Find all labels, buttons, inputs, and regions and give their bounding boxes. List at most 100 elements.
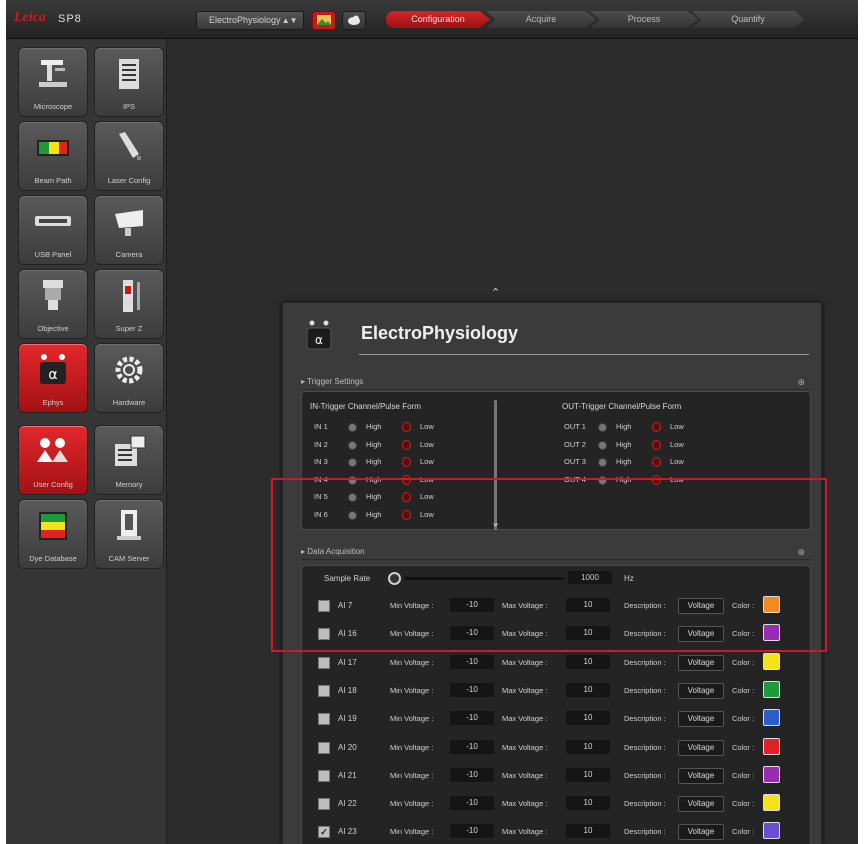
tile-beam-path[interactable]: Beam Path [18, 121, 88, 191]
analog-input-row: AI 18 Min Voltage : -10 Max Voltage : 10 Desc… [302, 680, 810, 701]
tile-ephys[interactable]: α Ephys [18, 343, 88, 413]
max-voltage-input[interactable]: 10 [566, 739, 610, 754]
high-label: High [366, 457, 382, 466]
high-label: High [616, 439, 632, 449]
max-voltage-input[interactable]: 10 [566, 682, 610, 697]
low-radio[interactable] [652, 422, 661, 432]
max-voltage-input[interactable]: 10 [566, 796, 610, 811]
updown-arrows-icon: ▲▼ [281, 16, 298, 25]
min-voltage-input[interactable]: -10 [450, 824, 494, 839]
description-input[interactable]: Voltage [678, 682, 724, 699]
tile-user-config[interactable]: User Config [18, 425, 88, 495]
tile-super-z[interactable]: Super Z [94, 269, 164, 339]
color-label: Color : [732, 742, 755, 752]
super-z-icon [123, 280, 140, 312]
color-swatch[interactable] [763, 680, 780, 698]
high-radio[interactable] [348, 440, 357, 450]
description-input[interactable]: Voltage [678, 824, 724, 841]
low-radio[interactable] [652, 457, 661, 467]
description-input[interactable]: Voltage [678, 796, 724, 813]
low-radio[interactable] [652, 439, 661, 450]
low-radio[interactable] [402, 457, 411, 467]
high-radio[interactable] [348, 423, 357, 432]
min-voltage-input[interactable]: -10 [450, 682, 494, 697]
description-label: Description : [624, 827, 666, 837]
min-voltage-input[interactable]: -10 [450, 767, 494, 782]
tile-label: Camera [115, 250, 143, 259]
high-radio[interactable] [348, 458, 357, 467]
tab-acquire[interactable]: Acquire [486, 11, 596, 28]
tile-hardware[interactable]: Hardware [94, 343, 164, 413]
out-trigger-title: OUT-Trigger Channel/Pulse Form [562, 402, 682, 411]
low-radio[interactable] [402, 422, 411, 432]
tile-memory[interactable]: Memory [94, 425, 164, 495]
tab-process[interactable]: Process [590, 11, 698, 28]
color-swatch[interactable] [763, 765, 780, 783]
min-voltage-label: Min Voltage : [390, 714, 434, 724]
min-voltage-label: Min Voltage : [390, 685, 434, 695]
pin-icon[interactable]: ⊕ [797, 375, 805, 389]
high-radio[interactable] [598, 458, 607, 467]
brand-logo: Leica SP8 [14, 10, 144, 28]
analog-input-row: ✓ AI 23 Min Voltage : -10 Max Voltage : 10 Des… [302, 822, 810, 842]
description-input[interactable]: Voltage [678, 654, 724, 671]
project-select[interactable]: ElectroPhysiology ▲▼ [196, 11, 304, 30]
max-voltage-input[interactable]: 10 [566, 824, 610, 839]
max-voltage-input[interactable]: 10 [566, 767, 610, 782]
color-label: Color : [732, 714, 755, 724]
min-voltage-input[interactable]: -10 [450, 796, 494, 811]
in-trigger-row: IN 1 High Low [314, 420, 454, 434]
enable-checkbox[interactable] [318, 741, 330, 754]
tab-configuration[interactable]: Configuration [386, 11, 490, 28]
max-voltage-input[interactable]: 10 [566, 711, 610, 726]
tile-cam-server[interactable]: CAM Server [94, 499, 164, 569]
enable-checkbox[interactable] [318, 798, 330, 811]
max-voltage-input[interactable]: 10 [566, 654, 610, 669]
low-label: Low [670, 439, 684, 449]
min-voltage-input[interactable]: -10 [450, 739, 494, 754]
high-radio[interactable] [598, 423, 607, 432]
ephys-icon: α [40, 354, 66, 384]
enable-checkbox[interactable] [318, 713, 330, 726]
tile-objective[interactable]: Objective [18, 269, 88, 339]
low-radio[interactable] [402, 439, 411, 450]
tile-usb-panel[interactable]: USB Panel [18, 195, 88, 265]
max-voltage-label: Max Voltage : [502, 657, 548, 667]
trigger-settings-header[interactable]: ▸ Trigger Settings ⊕ [301, 375, 811, 390]
description-input[interactable]: Voltage [678, 739, 724, 756]
tile-microscope[interactable]: Microscope [18, 47, 88, 117]
color-swatch[interactable] [763, 737, 780, 755]
enable-checkbox[interactable] [318, 769, 330, 782]
memory-icon [115, 435, 146, 466]
out-trigger-row: OUT 3 High Low [564, 455, 704, 469]
color-swatch[interactable] [763, 822, 780, 840]
enable-checkbox[interactable] [318, 656, 330, 669]
min-voltage-input[interactable]: -10 [450, 654, 494, 669]
photo-button[interactable] [312, 11, 336, 30]
enable-checkbox[interactable]: ✓ [318, 826, 330, 839]
color-label: Color : [732, 685, 755, 695]
tab-quantify[interactable]: Quantify [692, 11, 804, 28]
color-swatch[interactable] [763, 794, 780, 812]
high-label: High [366, 439, 382, 449]
description-input[interactable]: Voltage [678, 711, 724, 728]
channel-name: AI 21 [338, 770, 357, 780]
section-title: Trigger Settings [307, 377, 364, 386]
enable-checkbox[interactable] [318, 684, 330, 697]
tile-camera[interactable]: Camera [94, 195, 164, 265]
color-swatch[interactable] [763, 652, 780, 670]
analog-input-row: AI 22 Min Voltage : -10 Max Voltage : 10 Desc… [302, 794, 810, 814]
max-voltage-label: Max Voltage : [502, 799, 548, 809]
high-radio[interactable] [598, 440, 607, 450]
color-swatch[interactable] [763, 709, 780, 727]
min-voltage-input[interactable]: -10 [450, 711, 494, 726]
tile-dye-database[interactable]: Dye Database [18, 499, 88, 569]
tile-ips[interactable]: IPS [94, 47, 164, 117]
description-input[interactable]: Voltage [678, 767, 724, 784]
cloud-button[interactable] [342, 11, 366, 30]
tile-label: Super Z [115, 324, 143, 333]
low-label: Low [670, 457, 684, 466]
analog-input-row: AI 17 Min Voltage : -10 Max Voltage : 10 Desc… [302, 652, 810, 673]
scroll-up-icon[interactable]: ⌃ [491, 286, 500, 299]
tile-laser-config[interactable]: Laser Config [94, 121, 164, 191]
